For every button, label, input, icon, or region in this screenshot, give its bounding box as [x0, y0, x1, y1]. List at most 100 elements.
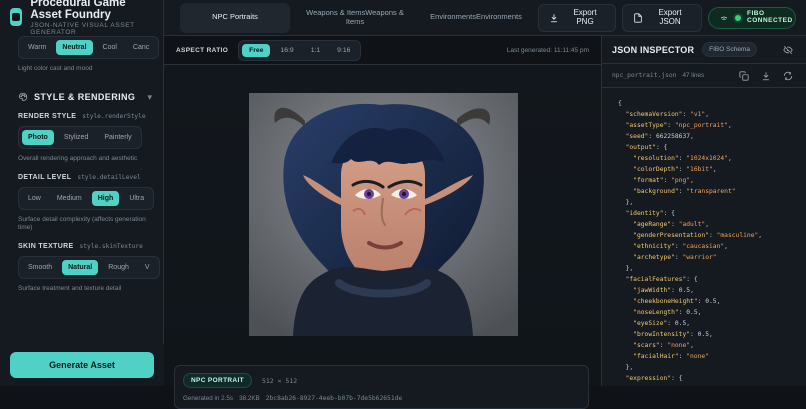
json-line: "schemaVersion": "v1", — [618, 109, 799, 120]
json-code-view[interactable]: { "schemaVersion": "v1", "assetType": "n… — [602, 88, 806, 386]
file-icon — [633, 12, 643, 23]
brand: Procedural Game Asset Foundry JSON-NATIV… — [0, 0, 163, 37]
json-key: "jawWidth" — [633, 287, 672, 294]
sidebar-scroll-area[interactable]: Warm Neutral Cool Canc Light color cast … — [0, 34, 164, 344]
json-punct: : — [667, 122, 675, 129]
json-punct: }, — [618, 265, 634, 272]
image-info-row-2: Generated in 2.5s 38.2KB 2bc8ab26-8927-4… — [183, 395, 580, 402]
json-punct — [618, 353, 633, 360]
json-punct — [618, 122, 626, 129]
json-key: "background" — [633, 188, 679, 195]
tab-npc-portraits[interactable]: NPC Portraits — [180, 2, 290, 33]
json-key: "resolution" — [633, 155, 679, 162]
json-line: "facialHair": "none" — [618, 351, 799, 362]
json-line: "background": "transparent" — [618, 186, 799, 197]
json-punct — [618, 166, 633, 173]
json-key: "genderPresentation" — [633, 232, 709, 239]
temperature-option-canc[interactable]: Canc — [127, 40, 155, 55]
json-line: "facialFeatures": { — [618, 274, 799, 285]
json-line-count: 47 lines — [682, 72, 705, 79]
json-string: "16bit" — [686, 166, 713, 173]
detail-level-option-ultra[interactable]: Ultra — [123, 191, 150, 206]
export-png-button[interactable]: Export PNG — [538, 3, 616, 32]
render-style-option-photo[interactable]: Photo — [22, 129, 54, 145]
temperature-option-neutral[interactable]: Neutral — [56, 40, 93, 55]
json-punct — [618, 320, 633, 327]
temperature-option-warm[interactable]: Warm — [22, 40, 52, 55]
color-temperature-hint: Light color cast and mood — [18, 65, 93, 72]
color-temperature-segmented: Warm Neutral Cool Canc — [18, 36, 160, 59]
detail-level-option-medium[interactable]: Medium — [51, 191, 88, 206]
json-punct — [618, 287, 633, 294]
generation-time: Generated in 2.5s — [183, 395, 234, 402]
detail-level-option-high[interactable]: High — [91, 190, 120, 206]
render-style-option-painterly[interactable]: Painterly — [98, 130, 137, 145]
render-style-label: RENDER STYLE — [18, 112, 77, 120]
asset-hash: 2bc8ab26-8927-4eeb-b07b-7de5b62651de — [265, 395, 403, 402]
json-number: 0.5 — [705, 298, 717, 305]
schema-pill[interactable]: FIBO Schema — [702, 42, 757, 57]
refresh-icon[interactable] — [780, 68, 796, 84]
json-punct: : — [663, 177, 672, 184]
json-number: 0.5 — [674, 320, 687, 327]
json-string: "v1" — [690, 111, 706, 118]
brand-text: Procedural Game Asset Foundry JSON-NATIV… — [30, 0, 153, 37]
main-stage: ASPECT RATIO Free 16:9 1:1 9:16 Last gen… — [164, 36, 601, 409]
tab-environments[interactable]: EnvironmentsEnvironments — [420, 3, 532, 33]
detail-level-label: DETAIL LEVEL — [18, 173, 72, 181]
json-punct: : { — [671, 375, 683, 382]
skin-texture-option-v[interactable]: V — [139, 260, 156, 275]
json-punct: : — [671, 221, 679, 228]
download-icon — [549, 13, 559, 23]
aspect-option-9-16[interactable]: 9:16 — [330, 44, 357, 57]
aspect-option-16-9[interactable]: 16:9 — [273, 44, 300, 57]
file-size: 38.2KB — [239, 395, 260, 402]
tab-weapons-items[interactable]: Weapons & ItemsWeapons & Items — [290, 3, 420, 33]
image-dimensions: 512 × 512 — [261, 376, 298, 385]
wifi-icon — [719, 13, 729, 23]
json-line: "ageRange": "adult", — [618, 219, 799, 230]
generate-asset-button[interactable]: Generate Asset — [10, 352, 154, 378]
json-line: "genderPresentation": "masculine", — [618, 230, 799, 241]
style-section-header[interactable]: STYLE & RENDERING ▾ — [18, 92, 152, 103]
aspect-ratio-segmented: Free 16:9 1:1 9:16 — [238, 39, 362, 61]
export-json-button[interactable]: Export JSON — [622, 3, 702, 32]
inspector-subheader: npc_portrait.json 47 lines — [602, 64, 806, 88]
render-style-option-stylized[interactable]: Stylized — [58, 130, 95, 145]
json-key: "facialHair" — [633, 353, 679, 360]
json-line: "format": "png", — [618, 175, 799, 186]
temperature-option-cool[interactable]: Cool — [97, 40, 123, 55]
app-logo-icon — [10, 8, 23, 26]
aspect-option-1-1[interactable]: 1:1 — [304, 44, 327, 57]
palette-icon — [18, 92, 28, 102]
eye-off-icon[interactable] — [780, 42, 796, 58]
json-key: "assetType" — [625, 122, 668, 129]
json-key: "eyeSize" — [633, 320, 668, 327]
aspect-ratio-label: ASPECT RATIO — [176, 46, 229, 54]
json-file-name: npc_portrait.json — [612, 72, 677, 79]
app-title: Procedural Game Asset Foundry — [30, 0, 126, 22]
json-line: "eyeSize": 0.5, — [618, 318, 799, 329]
skin-texture-option-rough[interactable]: Rough — [102, 260, 135, 275]
export-json-label: Export JSON — [658, 8, 682, 26]
export-png-label: Export PNG — [573, 8, 597, 26]
json-key: "facialFeatures" — [625, 276, 687, 283]
json-line: "noseLength": 0.5, — [618, 307, 799, 318]
json-punct — [618, 298, 633, 305]
json-line: }, — [618, 197, 799, 208]
detail-level-option-low[interactable]: Low — [22, 191, 47, 206]
aspect-option-free[interactable]: Free — [242, 43, 271, 57]
skin-texture-option-natural[interactable]: Natural — [62, 260, 99, 276]
json-punct: : — [671, 287, 679, 294]
json-number: 0.5 — [678, 287, 691, 294]
copy-icon[interactable] — [736, 68, 752, 84]
json-line: "output": { — [618, 142, 799, 153]
top-actions: Export PNG Export JSON FIBO CONNECTED — [538, 3, 806, 32]
skin-texture-option-smooth[interactable]: Smooth — [22, 260, 58, 275]
json-punct: }, — [618, 199, 634, 206]
json-punct: : — [682, 111, 691, 118]
skin-texture-field-header: SKIN TEXTURE style.skinTexture — [18, 243, 152, 250]
json-punct — [618, 232, 633, 239]
download-icon[interactable] — [758, 68, 774, 84]
json-punct: , — [705, 221, 710, 228]
